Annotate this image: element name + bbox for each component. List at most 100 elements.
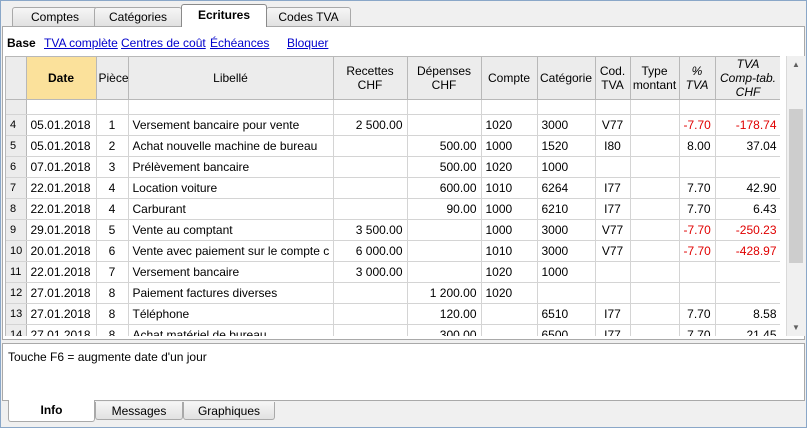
cell-categorie[interactable]: 1000 xyxy=(537,261,596,283)
cell-categorie[interactable]: 6500 xyxy=(537,324,596,336)
cell-pct-tva[interactable]: 8.00 xyxy=(679,135,716,157)
cell-piece[interactable]: 8 xyxy=(96,303,129,325)
cell-piece[interactable]: 4 xyxy=(96,177,129,199)
cell-tva-comptab[interactable] xyxy=(715,156,780,178)
cell-libelle[interactable]: Vente avec paiement sur le compte c xyxy=(128,240,334,262)
cell-recettes[interactable]: 3 000.00 xyxy=(333,261,408,283)
vertical-scrollbar[interactable]: ▲ ▼ xyxy=(786,56,805,336)
cell-compte[interactable]: 1020 xyxy=(481,282,538,304)
table-row[interactable]: 12 27.01.2018 8 Paiement factures diverses 1… xyxy=(6,282,780,304)
cell-date[interactable]: 27.01.2018 xyxy=(26,324,97,336)
cell-date[interactable]: 20.01.2018 xyxy=(26,240,97,262)
cell-type-montant[interactable] xyxy=(630,324,680,336)
cell[interactable] xyxy=(26,99,97,115)
col-categorie[interactable]: Catégorie xyxy=(537,57,596,100)
table-row[interactable]: 5 05.01.2018 2 Achat nouvelle machine de bu… xyxy=(6,135,780,157)
cell-piece[interactable]: 1 xyxy=(96,114,129,136)
cell-depenses[interactable]: 500.00 xyxy=(407,135,482,157)
view-centres-de-cout[interactable]: Centres de coût xyxy=(121,36,206,50)
cell-cod-tva[interactable]: I80 xyxy=(595,135,631,157)
cell[interactable] xyxy=(715,99,780,115)
tab-info[interactable]: Info xyxy=(8,400,95,422)
cell-categorie[interactable]: 6210 xyxy=(537,198,596,220)
cell-piece[interactable]: 5 xyxy=(96,219,129,241)
cell[interactable] xyxy=(128,99,334,115)
cell-pct-tva[interactable] xyxy=(679,156,716,178)
table-row[interactable]: 11 22.01.2018 7 Versement bancaire 3 000.00 1… xyxy=(6,261,780,283)
cell-tva-comptab[interactable]: 21.45 xyxy=(715,324,780,336)
cell-categorie[interactable]: 3000 xyxy=(537,114,596,136)
table-row[interactable]: 13 27.01.2018 8 Téléphone 120.00 6510 I77 7.70 8… xyxy=(6,303,780,325)
cell-depenses[interactable]: 120.00 xyxy=(407,303,482,325)
cell-type-montant[interactable] xyxy=(630,303,680,325)
col-type-montant[interactable]: Type montant xyxy=(630,57,680,100)
cell-type-montant[interactable] xyxy=(630,240,680,262)
table-row[interactable]: 14 27.01.2018 8 Achat matériel de bureau 300… xyxy=(6,324,780,336)
cell-pct-tva[interactable]: -7.70 xyxy=(679,114,716,136)
cell-compte[interactable]: 1000 xyxy=(481,135,538,157)
cell-recettes[interactable] xyxy=(333,198,408,220)
table-row[interactable]: 6 07.01.2018 3 Prélèvement bancaire 500.00 10… xyxy=(6,156,780,178)
cell-libelle[interactable]: Téléphone xyxy=(128,303,334,325)
cell-recettes[interactable] xyxy=(333,135,408,157)
cell-libelle[interactable]: Vente au comptant xyxy=(128,219,334,241)
cell[interactable] xyxy=(537,99,596,115)
view-tva-complete[interactable]: TVA complète xyxy=(44,36,118,50)
view-bloquer[interactable]: Bloquer xyxy=(287,36,328,50)
cell-depenses[interactable]: 300.00 xyxy=(407,324,482,336)
table-row[interactable]: 10 20.01.2018 6 Vente avec paiement sur le … xyxy=(6,240,780,262)
scroll-up-icon[interactable]: ▲ xyxy=(787,56,805,73)
cell-categorie[interactable]: 3000 xyxy=(537,240,596,262)
cell-pct-tva[interactable]: 7.70 xyxy=(679,177,716,199)
cell-cod-tva[interactable]: V77 xyxy=(595,219,631,241)
col-date[interactable]: Date xyxy=(26,57,97,100)
cell-tva-comptab[interactable] xyxy=(715,282,780,304)
cell-recettes[interactable]: 6 000.00 xyxy=(333,240,408,262)
col-cod-tva[interactable]: Cod. TVA xyxy=(595,57,631,100)
cell-piece[interactable]: 3 xyxy=(96,156,129,178)
cell-libelle[interactable]: Achat nouvelle machine de bureau xyxy=(128,135,334,157)
cell-type-montant[interactable] xyxy=(630,219,680,241)
cell-date[interactable]: 22.01.2018 xyxy=(26,177,97,199)
cell-depenses[interactable] xyxy=(407,219,482,241)
cell-libelle[interactable]: Location voiture xyxy=(128,177,334,199)
cell-cod-tva[interactable]: I77 xyxy=(595,303,631,325)
cell-piece[interactable]: 6 xyxy=(96,240,129,262)
cell-recettes[interactable] xyxy=(333,156,408,178)
cell-cod-tva[interactable]: I77 xyxy=(595,177,631,199)
cell-cod-tva[interactable]: I77 xyxy=(595,324,631,336)
cell-pct-tva[interactable]: 7.70 xyxy=(679,324,716,336)
cell-cod-tva[interactable] xyxy=(595,261,631,283)
cell-cod-tva[interactable]: V77 xyxy=(595,240,631,262)
table-row[interactable]: 7 22.01.2018 4 Location voiture 600.00 1010 62… xyxy=(6,177,780,199)
cell[interactable] xyxy=(595,99,631,115)
table-row[interactable]: 9 29.01.2018 5 Vente au comptant 3 500.00 100… xyxy=(6,219,780,241)
cell-date[interactable]: 22.01.2018 xyxy=(26,261,97,283)
cell-tva-comptab[interactable]: -250.23 xyxy=(715,219,780,241)
cell-libelle[interactable]: Versement bancaire xyxy=(128,261,334,283)
view-echeances[interactable]: Échéances xyxy=(210,36,269,50)
col-recettes[interactable]: Recettes CHF xyxy=(333,57,408,100)
cell-type-montant[interactable] xyxy=(630,156,680,178)
cell-categorie[interactable]: 1520 xyxy=(537,135,596,157)
cell-compte[interactable]: 1000 xyxy=(481,219,538,241)
cell-libelle[interactable]: Achat matériel de bureau xyxy=(128,324,334,336)
cell-compte[interactable]: 1010 xyxy=(481,240,538,262)
cell[interactable] xyxy=(333,99,408,115)
cell-pct-tva[interactable]: 7.70 xyxy=(679,303,716,325)
col-libelle[interactable]: Libellé xyxy=(128,57,334,100)
cell-libelle[interactable]: Prélèvement bancaire xyxy=(128,156,334,178)
cell[interactable] xyxy=(679,99,716,115)
cell-compte[interactable]: 1000 xyxy=(481,198,538,220)
table-row[interactable]: 8 22.01.2018 4 Carburant 90.00 1000 6210 I77 7.7… xyxy=(6,198,780,220)
scroll-thumb[interactable] xyxy=(789,109,803,263)
cell-type-montant[interactable] xyxy=(630,177,680,199)
cell-cod-tva[interactable] xyxy=(595,282,631,304)
cell-piece[interactable]: 8 xyxy=(96,324,129,336)
table-row[interactable]: 4 05.01.2018 1 Versement bancaire pour vent… xyxy=(6,114,780,136)
col-piece[interactable]: Pièce xyxy=(96,57,129,100)
cell-pct-tva[interactable]: 7.70 xyxy=(679,198,716,220)
cell-type-montant[interactable] xyxy=(630,261,680,283)
cell-piece[interactable]: 4 xyxy=(96,198,129,220)
cell-recettes[interactable] xyxy=(333,177,408,199)
